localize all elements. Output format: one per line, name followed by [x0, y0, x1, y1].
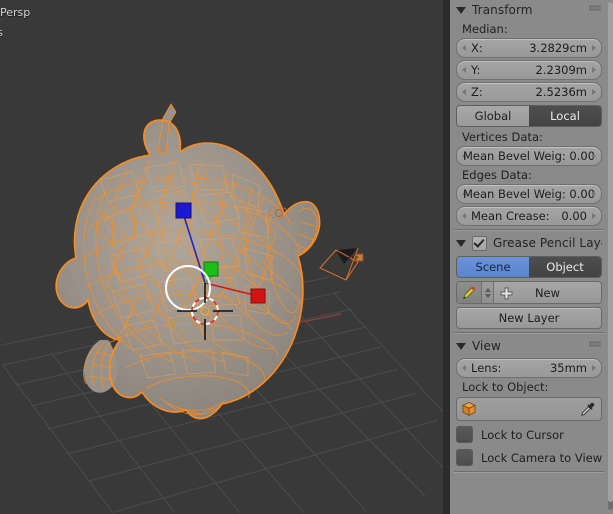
grease-pencil-datablock-row[interactable]: New [456, 281, 602, 304]
median-x-value: 3.2829cm [529, 41, 587, 55]
panel-header-transform[interactable]: Transform [456, 0, 602, 20]
properties-side-panel[interactable]: Transform Median: X: 3.2829cm Y: 2.2309m [450, 0, 613, 514]
lens-field[interactable]: Lens: 35mm [456, 358, 602, 378]
eyedropper-icon[interactable] [580, 401, 596, 417]
viewport-canvas[interactable] [0, 0, 443, 514]
plus-icon [500, 287, 513, 299]
panel-scroll-region[interactable]: Transform Median: X: 3.2829cm Y: 2.2309m [450, 0, 608, 514]
panel-scrollbar-thumb[interactable] [608, 2, 613, 502]
panel-title-grease-pencil: Grease Pencil Layers [493, 236, 602, 250]
grease-pencil-source-toggle[interactable]: Scene Object [456, 256, 602, 278]
new-label: New [534, 285, 561, 300]
decrement-arrow-icon[interactable] [462, 45, 466, 51]
chevron-down-icon[interactable] [456, 342, 466, 350]
grease-pencil-enable-checkbox[interactable] [472, 235, 487, 251]
edges-data-label: Edges Data: [462, 168, 532, 182]
3d-viewport[interactable]: r Persp ers [0, 0, 443, 514]
panel-title-view: View [472, 339, 501, 353]
edges-mean-crease-label: Mean Crease: [471, 209, 550, 223]
increment-arrow-icon[interactable] [592, 89, 596, 95]
object-cube-icon [461, 402, 477, 417]
spinner-down-icon[interactable] [484, 293, 491, 298]
vertices-mean-bevel-weight-field[interactable]: Mean Bevel Weig: 0.00 [456, 146, 602, 166]
vertices-mean-bevel-weight-value: Mean Bevel Weig: 0.00 [462, 149, 596, 163]
section-divider [454, 332, 604, 334]
increment-arrow-icon[interactable] [592, 213, 596, 219]
increment-arrow-icon[interactable] [592, 45, 596, 51]
chevron-down-icon[interactable] [456, 239, 466, 247]
chevron-down-icon[interactable] [456, 6, 466, 14]
area-divider[interactable] [443, 0, 450, 514]
median-label: Median: [462, 22, 508, 36]
panel-header-view[interactable]: View [456, 336, 602, 356]
median-x-label: X: [471, 41, 483, 55]
viewport-object-label: ers [0, 26, 4, 39]
section-divider [454, 471, 604, 473]
new-grease-pencil-button[interactable]: New [494, 282, 601, 303]
pencil-icon[interactable] [457, 282, 482, 303]
lock-to-cursor-label: Lock to Cursor [481, 427, 564, 442]
lock-to-cursor-checkbox[interactable] [456, 426, 473, 443]
median-y-value: 2.2309m [535, 63, 587, 77]
panel-header-grease-pencil[interactable]: Grease Pencil Layers [456, 233, 602, 253]
edges-mean-crease-value: 0.00 [561, 209, 587, 223]
lock-to-cursor-row[interactable]: Lock to Cursor [456, 425, 602, 444]
edges-mean-bevel-weight-value: Mean Bevel Weig: 0.00 [462, 187, 596, 201]
median-z-value: 2.5236m [535, 85, 587, 99]
blender-window: r Persp ers Transform Median: X: 3.2829c… [0, 0, 613, 514]
edges-mean-crease-field[interactable]: Mean Crease: 0.00 [456, 206, 602, 226]
increment-arrow-icon[interactable] [592, 191, 596, 197]
lock-to-object-field[interactable] [456, 397, 602, 421]
median-y-label: Y: [471, 63, 481, 77]
datablock-spinner[interactable] [482, 282, 494, 303]
gp-source-scene-button[interactable]: Scene [457, 257, 529, 277]
edges-mean-bevel-weight-field[interactable]: Mean Bevel Weig: 0.00 [456, 184, 602, 204]
median-y-field[interactable]: Y: 2.2309m [456, 60, 602, 80]
global-space-button[interactable]: Global [457, 106, 529, 126]
new-layer-button[interactable]: New Layer [456, 307, 602, 329]
lock-camera-to-view-label: Lock Camera to View [481, 450, 603, 465]
decrement-arrow-icon[interactable] [462, 213, 466, 219]
lens-value: 35mm [549, 361, 587, 375]
decrement-arrow-icon[interactable] [462, 365, 466, 371]
section-divider [454, 229, 604, 231]
decrement-arrow-icon[interactable] [462, 89, 466, 95]
increment-arrow-icon[interactable] [592, 153, 596, 159]
median-z-field[interactable]: Z: 2.5236m [456, 82, 602, 102]
viewport-view-label: r Persp [0, 6, 31, 19]
spinner-up-icon[interactable] [484, 287, 491, 292]
increment-arrow-icon[interactable] [592, 365, 596, 371]
median-x-field[interactable]: X: 3.2829cm [456, 38, 602, 58]
transform-space-toggle[interactable]: Global Local [456, 105, 602, 127]
grip-dots-icon[interactable] [590, 6, 600, 13]
local-space-button[interactable]: Local [529, 106, 601, 126]
lock-camera-to-view-row[interactable]: Lock Camera to View [456, 448, 602, 467]
median-z-label: Z: [471, 85, 483, 99]
panel-title-transform: Transform [472, 3, 533, 17]
lock-to-object-label: Lock to Object: [462, 380, 549, 394]
vertices-data-label: Vertices Data: [462, 130, 543, 144]
lock-camera-to-view-checkbox[interactable] [456, 449, 473, 466]
lens-label: Lens: [471, 361, 502, 375]
panel-scrollbar[interactable] [608, 2, 613, 510]
gp-source-object-button[interactable]: Object [529, 257, 601, 277]
grip-dots-icon[interactable] [590, 342, 600, 349]
increment-arrow-icon[interactable] [592, 67, 596, 73]
decrement-arrow-icon[interactable] [462, 67, 466, 73]
